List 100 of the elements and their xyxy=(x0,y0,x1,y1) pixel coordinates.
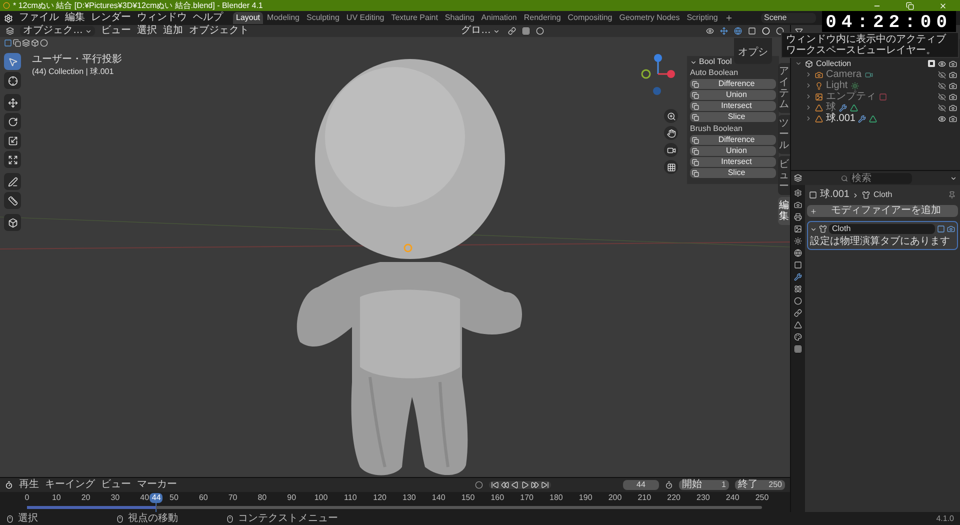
workspace-tab[interactable]: Geometry Nodes xyxy=(616,12,683,24)
workspace-tab[interactable]: Shading xyxy=(442,12,478,24)
menu-item[interactable]: 再生 xyxy=(19,480,39,490)
boolean-button[interactable]: Union xyxy=(690,90,776,100)
menu-item[interactable]: オブジェクト xyxy=(189,26,249,36)
boolean-button[interactable]: Slice xyxy=(690,112,776,122)
collapse-icon[interactable] xyxy=(810,226,817,232)
checkbox[interactable] xyxy=(928,60,935,67)
axis-gizmo-drawing[interactable] xyxy=(641,54,675,95)
workspace-tab[interactable]: Animation xyxy=(478,12,520,24)
end-frame-field[interactable]: 終了 250 xyxy=(735,480,785,490)
record-icon[interactable] xyxy=(475,481,483,489)
menu-item[interactable]: 編集 xyxy=(65,13,85,23)
menu-item[interactable]: マーカー xyxy=(137,480,177,490)
menu-item[interactable]: 選択 xyxy=(137,26,157,36)
boolean-button[interactable]: Intersect xyxy=(690,157,776,167)
options-dropdown[interactable]: オプシ xyxy=(734,38,772,64)
workspace-tab[interactable]: Compositing xyxy=(564,12,616,24)
outliner-item[interactable]: エンプティ xyxy=(826,92,876,102)
visibility-icon[interactable] xyxy=(706,27,714,35)
render-camera-icon[interactable] xyxy=(949,70,957,78)
render-camera-icon[interactable] xyxy=(949,104,957,112)
eye-closed-icon[interactable] xyxy=(938,70,946,78)
menu-item[interactable]: レンダー xyxy=(91,13,131,23)
outliner-item[interactable]: Light xyxy=(826,80,848,90)
world-icon[interactable] xyxy=(794,249,802,257)
add-workspace-icon[interactable] xyxy=(724,14,733,22)
render-camera-icon[interactable] xyxy=(949,82,957,90)
zoom-button[interactable] xyxy=(664,109,678,123)
boolean-button[interactable]: Intersect xyxy=(690,101,776,111)
render-icon[interactable] xyxy=(794,201,802,209)
caret-icon[interactable] xyxy=(950,174,957,182)
orientation-dropdown[interactable]: グロ… xyxy=(459,26,502,36)
menu-item[interactable]: ビュー xyxy=(101,26,131,36)
play-icon[interactable] xyxy=(521,481,529,489)
sidebar-tab[interactable]: 編集 xyxy=(778,197,790,225)
hand-button[interactable] xyxy=(664,126,678,140)
workspace-tab[interactable]: Scripting xyxy=(684,12,721,24)
outliner-item[interactable]: 球 xyxy=(826,102,836,112)
add-modifier-button[interactable]: モディファイアーを追加 xyxy=(807,205,958,217)
eye-icon[interactable] xyxy=(938,114,946,122)
constraint-icon[interactable] xyxy=(794,309,802,317)
stopwatch-icon[interactable] xyxy=(665,481,673,489)
render-camera-icon[interactable] xyxy=(949,60,957,68)
start-frame-field[interactable]: 開始 1 xyxy=(679,480,729,490)
menu-item[interactable]: 追加 xyxy=(163,26,183,36)
collapse-icon[interactable] xyxy=(795,60,802,67)
render-camera-icon[interactable] xyxy=(949,92,957,100)
ruler-tool[interactable] xyxy=(4,192,21,209)
particles-icon[interactable] xyxy=(794,285,802,293)
pin-icon[interactable] xyxy=(948,191,956,199)
menu-item[interactable]: ヘルプ xyxy=(193,13,223,23)
next-key-icon[interactable] xyxy=(531,481,539,489)
jump-start-icon[interactable] xyxy=(491,481,499,489)
workspace-tab[interactable]: Sculpting xyxy=(304,12,342,24)
close-icon[interactable] xyxy=(939,2,947,10)
workspace-tab[interactable]: Layout xyxy=(233,12,264,24)
menu-item[interactable]: ファイル xyxy=(19,13,59,23)
rotate-tool[interactable] xyxy=(4,113,21,130)
outliner-item[interactable]: 球.001 xyxy=(826,114,856,124)
boolean-button[interactable]: Difference xyxy=(690,135,776,145)
sidebar-tab[interactable]: ツール xyxy=(778,115,790,154)
eye-closed-icon[interactable] xyxy=(938,104,946,112)
render-camera-icon[interactable] xyxy=(949,114,957,122)
modifier-name-field[interactable]: Cloth xyxy=(829,224,935,234)
scale-tool[interactable] xyxy=(4,132,21,149)
camera-view-button[interactable] xyxy=(664,143,678,157)
workspace-tab[interactable]: Rendering xyxy=(520,12,564,24)
collapse-icon[interactable] xyxy=(690,58,697,66)
sidebar-tab[interactable]: ビュー xyxy=(778,156,790,195)
play-reverse-icon[interactable] xyxy=(511,481,519,489)
cursor-tool[interactable] xyxy=(4,72,21,89)
boolean-button[interactable]: Slice xyxy=(690,168,776,178)
workspace-tab[interactable]: UV Editing xyxy=(343,12,388,24)
select-box-tool[interactable] xyxy=(4,53,21,70)
outliner-item[interactable]: Collection xyxy=(816,60,852,68)
mode-dropdown[interactable]: オブジェク… xyxy=(20,26,95,36)
cube-tool[interactable] xyxy=(4,214,21,231)
previous-key-icon[interactable] xyxy=(501,481,509,489)
scroll-track[interactable] xyxy=(27,506,762,509)
render-toggle-icon[interactable] xyxy=(947,225,955,233)
eye-closed-icon[interactable] xyxy=(938,82,946,90)
outliner-item[interactable]: Camera xyxy=(826,70,862,80)
workspace-tab[interactable]: Texture Paint xyxy=(388,12,441,24)
workspace-tab[interactable]: Modeling xyxy=(264,12,302,24)
mesh-data-icon[interactable] xyxy=(794,321,802,329)
menu-item[interactable]: ウィンドウ xyxy=(137,13,187,23)
menu-item[interactable]: ビュー xyxy=(101,480,131,490)
eye-closed-icon[interactable] xyxy=(938,92,946,100)
transform-tool[interactable] xyxy=(4,151,21,168)
boolean-button[interactable]: Union xyxy=(690,146,776,156)
menu-item[interactable]: キーイング xyxy=(45,480,95,490)
image-icon[interactable] xyxy=(794,225,802,233)
pencil-tool[interactable] xyxy=(4,173,21,190)
material-icon[interactable] xyxy=(794,333,802,341)
restore-icon[interactable] xyxy=(906,2,914,10)
scene-field[interactable]: Scene xyxy=(761,13,816,23)
printer-icon[interactable] xyxy=(794,213,802,221)
sidebar-tab[interactable]: アイテム xyxy=(778,63,790,113)
eye-icon[interactable] xyxy=(938,60,946,68)
